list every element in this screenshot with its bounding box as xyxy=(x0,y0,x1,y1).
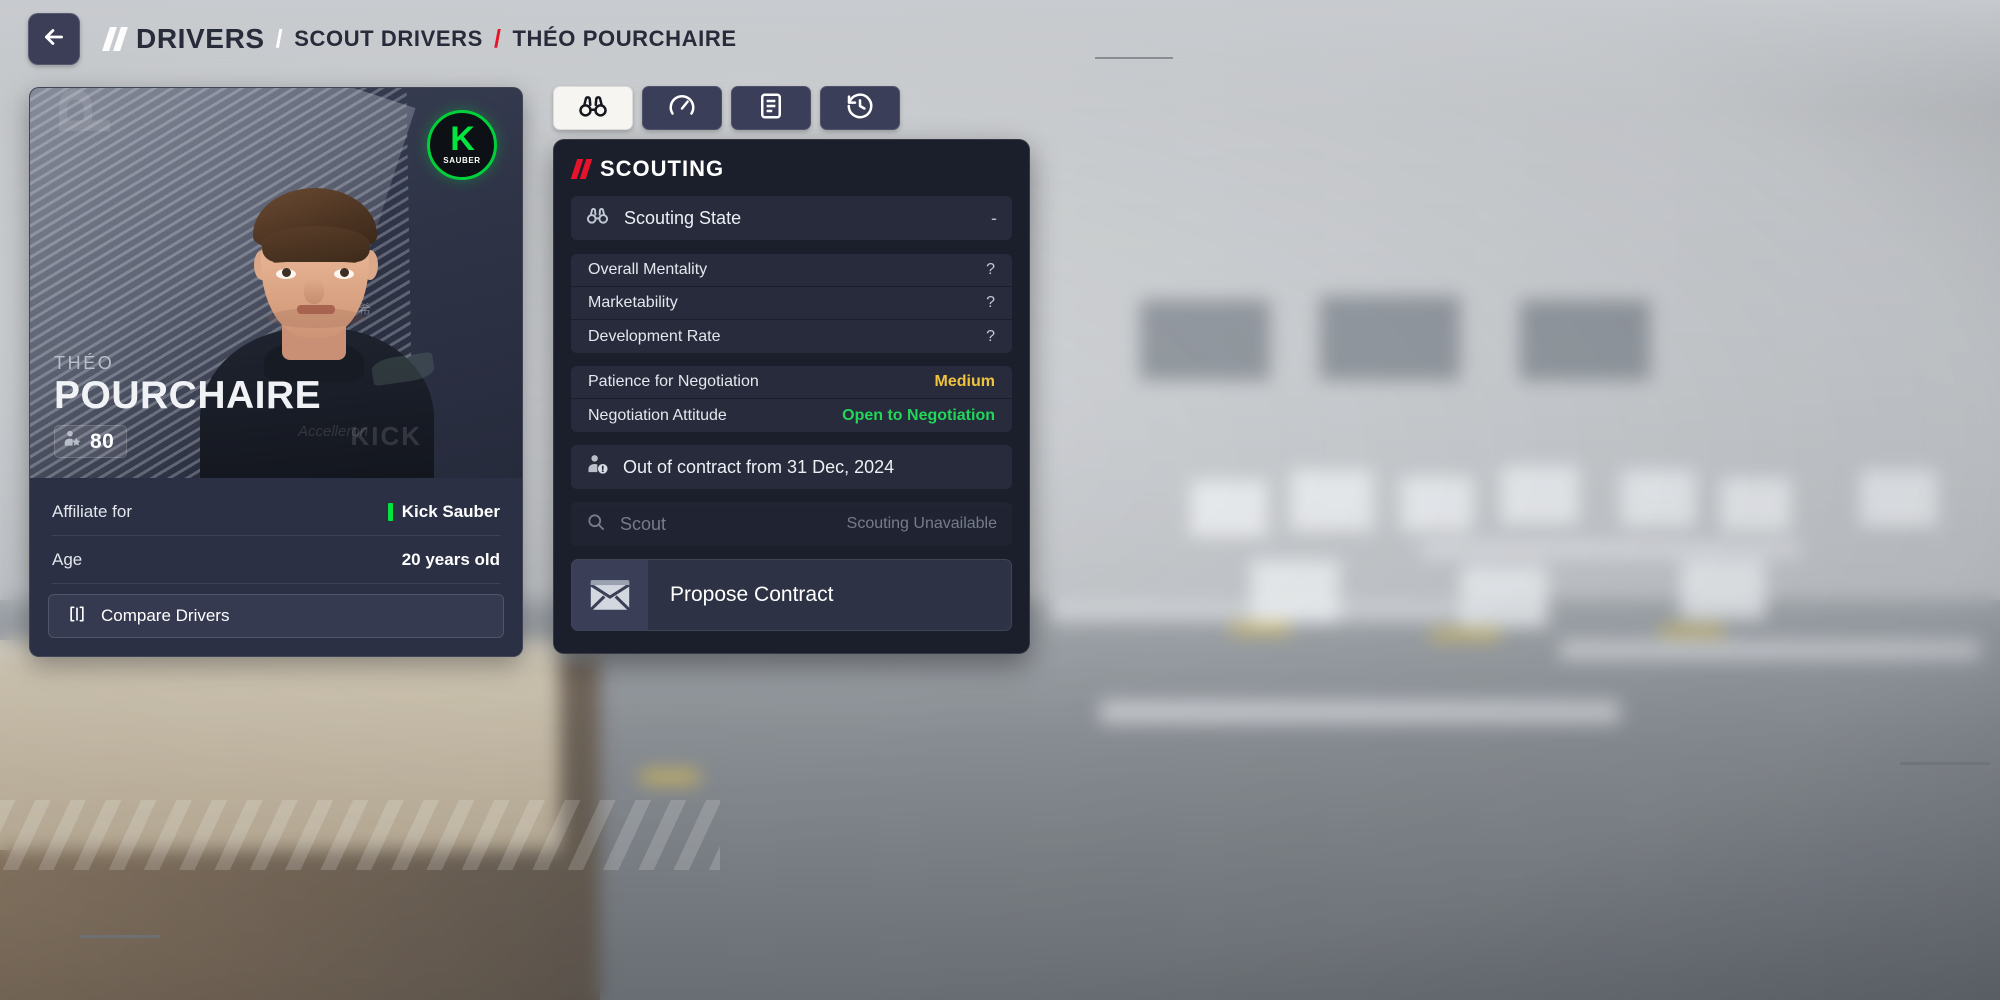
arrow-left-icon xyxy=(41,24,67,55)
compare-drivers-button[interactable]: Compare Drivers xyxy=(48,594,504,638)
portrait-mouth xyxy=(297,305,335,314)
scout-action-status: Scouting Unavailable xyxy=(846,515,997,532)
info-row-age: Age 20 years old xyxy=(52,536,500,584)
tab-contract[interactable] xyxy=(731,86,811,130)
info-value-affiliate-text: Kick Sauber xyxy=(401,501,500,521)
scouting-panel-title: SCOUTING xyxy=(600,156,725,181)
stat-label-development-rate: Development Rate xyxy=(588,327,721,345)
info-label-age: Age xyxy=(52,549,83,569)
breadcrumb-section[interactable]: SCOUT DRIVERS xyxy=(294,26,483,52)
stat-row-marketability: Marketability ? xyxy=(571,287,1012,320)
driver-card: POURCHAIRE KICK Accelleron 安慕希 K xyxy=(29,87,523,657)
propose-contract-label: Propose Contract xyxy=(670,583,834,606)
bottom-tick-mark xyxy=(80,935,160,938)
team-badge-name: SAUBER xyxy=(443,156,481,166)
stat-row-overall-mentality: Overall Mentality ? xyxy=(571,254,1012,287)
back-button[interactable] xyxy=(28,13,80,65)
binoculars-icon xyxy=(578,91,608,126)
driver-alert-icon xyxy=(586,453,623,481)
driver-star-icon xyxy=(62,429,82,454)
stat-value-development-rate: ? xyxy=(986,327,995,345)
info-label-affiliate: Affiliate for xyxy=(52,501,133,521)
page-header: DRIVERS / SCOUT DRIVERS / THÉO POURCHAIR… xyxy=(0,0,2000,78)
team-color-bar xyxy=(387,502,393,521)
scouting-attributes-group: Overall Mentality ? Marketability ? Deve… xyxy=(571,254,1012,353)
panel-slashes-icon xyxy=(570,159,593,179)
scout-action-row: Scout Scouting Unavailable xyxy=(571,502,1012,546)
driver-rating-value: 80 xyxy=(90,429,115,453)
driver-first-name: THÉO xyxy=(54,353,115,373)
stat-value-patience: Medium xyxy=(934,373,995,390)
portrait-hair-front xyxy=(262,226,370,262)
breadcrumb-separator-2: / xyxy=(493,24,502,53)
scouting-state-row[interactable]: Scouting State - xyxy=(571,196,1012,240)
bottom-tick-mark-right xyxy=(1900,762,1990,765)
breadcrumb-separator-1: / xyxy=(275,24,284,53)
stat-value-overall-mentality: ? xyxy=(986,261,995,278)
portrait-iris-left xyxy=(282,268,291,277)
team-badge-letter: K xyxy=(450,119,475,158)
stat-label-marketability: Marketability xyxy=(588,294,678,311)
driver-rating-badge: 80 xyxy=(54,425,128,458)
gauge-icon xyxy=(667,91,697,126)
background-hatch-stripes xyxy=(0,800,720,870)
stat-row-patience: Patience for Negotiation Medium xyxy=(571,366,1012,399)
breadcrumb-slashes-icon xyxy=(102,27,128,51)
document-icon xyxy=(756,91,786,126)
compare-drivers-label: Compare Drivers xyxy=(101,606,230,625)
propose-contract-button[interactable]: Propose Contract xyxy=(571,559,1012,631)
stat-label-overall-mentality: Overall Mentality xyxy=(588,261,708,278)
info-value-affiliate: Kick Sauber xyxy=(387,501,500,522)
tab-attributes[interactable] xyxy=(642,86,722,130)
scouting-state-label: Scouting State xyxy=(624,207,742,228)
driver-name-block: THÉO POURCHAIRE 80 xyxy=(54,353,321,458)
stat-label-patience: Patience for Negotiation xyxy=(588,373,759,390)
stat-value-marketability: ? xyxy=(986,294,995,311)
portrait-iris-right xyxy=(340,268,349,277)
breadcrumb-root[interactable]: DRIVERS xyxy=(136,23,265,55)
search-icon xyxy=(586,512,620,537)
scouting-state-value: - xyxy=(991,207,997,228)
stat-row-development-rate: Development Rate ? xyxy=(571,320,1012,353)
breadcrumb-current: THÉO POURCHAIRE xyxy=(512,26,737,51)
scouting-panel: SCOUTING Scouting State - Overall Mental… xyxy=(553,139,1030,654)
stat-row-attitude: Negotiation Attitude Open to Negotiation xyxy=(571,399,1012,432)
tab-scouting[interactable] xyxy=(553,86,633,130)
scout-action-label: Scout xyxy=(620,513,667,534)
driver-tab-bar xyxy=(553,86,900,130)
binoculars-icon xyxy=(586,204,624,232)
stat-value-attitude: Open to Negotiation xyxy=(842,406,995,424)
driver-last-name: POURCHAIRE xyxy=(54,374,322,417)
portrait-nose xyxy=(304,278,324,304)
contract-status-row: Out of contract from 31 Dec, 2024 xyxy=(571,445,1012,489)
compare-icon xyxy=(67,604,87,629)
scouting-panel-header: SCOUTING xyxy=(570,156,1012,182)
team-badge: K SAUBER xyxy=(427,110,497,180)
photo-watermark-surname: POURCHAIRE xyxy=(42,88,127,136)
scouting-negotiation-group: Patience for Negotiation Medium Negotiat… xyxy=(571,366,1012,432)
envelope-icon xyxy=(572,560,648,630)
history-icon xyxy=(845,91,875,126)
contract-status-text: Out of contract from 31 Dec, 2024 xyxy=(623,456,895,477)
driver-photo-area: POURCHAIRE KICK Accelleron 安慕希 K xyxy=(30,88,522,478)
stat-label-attitude: Negotiation Attitude xyxy=(588,406,727,424)
info-value-age: 20 years old xyxy=(401,549,500,569)
info-row-affiliate: Affiliate for Kick Sauber xyxy=(52,488,500,536)
breadcrumb: DRIVERS / SCOUT DRIVERS / THÉO POURCHAIR… xyxy=(136,23,737,55)
tab-history[interactable] xyxy=(820,86,900,130)
